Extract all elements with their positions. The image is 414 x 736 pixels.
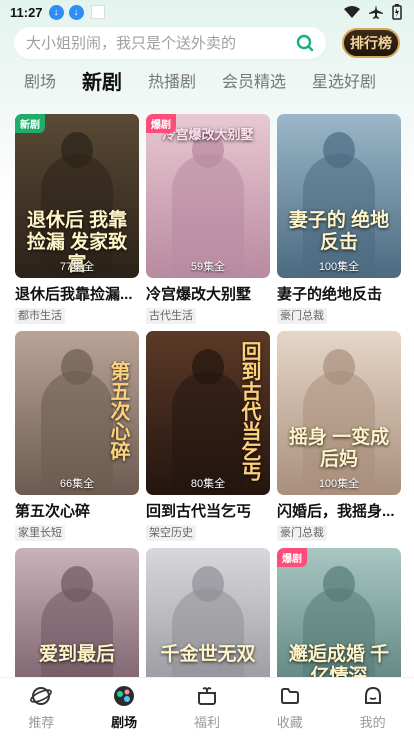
poster-title-art: 爱到最后 [38,644,115,665]
drama-title[interactable]: 退休后我靠捡漏... [15,286,139,304]
tab-theater[interactable]: 剧场 [24,72,56,94]
new-badge: 新剧 [15,114,45,133]
search-box[interactable] [14,27,326,59]
drama-card[interactable]: 第五次心碎 66集全 第五次心碎 家里长短 [15,331,139,548]
theater-icon [111,683,137,709]
search-input[interactable] [26,34,286,52]
poster-title-art: 千金世无双 [160,644,256,665]
profile-icon [360,683,386,709]
wifi-icon [344,6,360,18]
drama-card[interactable]: 摇身 一变成后妈 100集全 闪婚后，我摇身... 豪门总裁 [277,331,401,548]
status-icons [344,4,402,20]
drama-title[interactable]: 回到古代当乞丐 [146,503,270,521]
drama-poster[interactable]: 退休后 我靠捡漏 发家致富 新剧 77集全 [15,114,139,278]
drama-poster[interactable]: 回到古代当乞丐 80集全 [146,331,270,495]
episode-count: 100集全 [318,478,360,490]
genre-tag: 家里长短 [15,525,65,541]
poster-title-art: 第五次心碎 [107,361,129,461]
nav-favorites[interactable]: 收藏 [260,683,320,731]
search-row: 排行榜 [14,26,400,60]
drama-grid: 退休后 我靠捡漏 发家致富 新剧 77集全 退休后我靠捡漏... 都市生活 冷宫… [15,114,401,736]
nav-welfare[interactable]: 福利 [177,683,237,731]
gift-icon [194,683,220,709]
notification-icon [90,5,105,19]
nav-label: 收藏 [276,715,303,730]
genre-tag: 都市生活 [15,308,65,324]
tab-star-picks[interactable]: 星选好剧 [312,72,376,94]
episode-count: 100集全 [318,261,360,273]
drama-card[interactable]: 回到古代当乞丐 80集全 回到古代当乞丐 架空历史 [146,331,270,548]
poster-title-art: 妻子的 绝地反击 [288,210,390,253]
search-icon[interactable] [296,34,314,52]
nav-theater[interactable]: 剧场 [94,683,154,731]
nav-profile[interactable]: 我的 [343,683,403,731]
status-time: 11:27 [10,4,43,20]
drama-poster[interactable]: 冷宫爆改大别墅 爆剧 59集全 [146,114,270,278]
category-tabs: 剧场 新剧 热播剧 会员精选 星选好剧 [24,72,402,94]
drama-title[interactable]: 第五次心碎 [15,503,139,521]
tab-vip-picks[interactable]: 会员精选 [222,72,286,94]
poster-title-art: 摇身 一变成后妈 [288,427,390,470]
drama-title[interactable]: 妻子的绝地反击 [277,286,401,304]
genre-tag: 古代生活 [146,308,196,324]
rank-button[interactable]: 排行榜 [342,28,400,58]
nav-label: 推荐 [28,715,55,730]
episode-count: 77集全 [59,261,95,273]
drama-card[interactable]: 退休后 我靠捡漏 发家致富 新剧 77集全 退休后我靠捡漏... 都市生活 [15,114,139,331]
nav-recommend[interactable]: 推荐 [11,683,71,731]
planet-icon [28,683,54,709]
drama-card[interactable]: 妻子的 绝地反击 100集全 妻子的绝地反击 豪门总裁 [277,114,401,331]
nav-label: 我的 [359,715,386,730]
genre-tag: 架空历史 [146,525,196,541]
tab-hot-drama[interactable]: 热播剧 [148,72,196,94]
status-bar: 11:27 ↓ ↓ [0,0,414,24]
airplane-icon [369,5,383,19]
poster-title-art: 回到古代当乞丐 [238,341,260,481]
tab-new-drama[interactable]: 新剧 [82,72,122,94]
battery-icon [392,4,402,20]
hot-badge: 爆剧 [277,548,307,567]
genre-tag: 豪门总裁 [277,525,327,541]
drama-poster[interactable]: 妻子的 绝地反击 100集全 [277,114,401,278]
download-icon: ↓ [48,4,64,20]
drama-card[interactable]: 冷宫爆改大别墅 爆剧 59集全 冷宫爆改大别墅 古代生活 [146,114,270,331]
folder-icon [277,683,303,709]
drama-title[interactable]: 闪婚后，我摇身... [277,503,401,521]
bottom-nav: 推荐 剧场 福利 收藏 我的 [0,677,414,736]
genre-tag: 豪门总裁 [277,308,327,324]
nav-label: 福利 [193,715,220,730]
episode-count: 66集全 [59,478,95,490]
nav-label: 剧场 [111,715,138,730]
drama-title[interactable]: 冷宫爆改大别墅 [146,286,270,304]
hot-badge: 爆剧 [146,114,176,133]
drama-poster[interactable]: 第五次心碎 66集全 [15,331,139,495]
episode-count: 59集全 [190,261,226,273]
episode-count: 80集全 [190,478,226,490]
drama-poster[interactable]: 摇身 一变成后妈 100集全 [277,331,401,495]
download-icon: ↓ [68,4,84,20]
